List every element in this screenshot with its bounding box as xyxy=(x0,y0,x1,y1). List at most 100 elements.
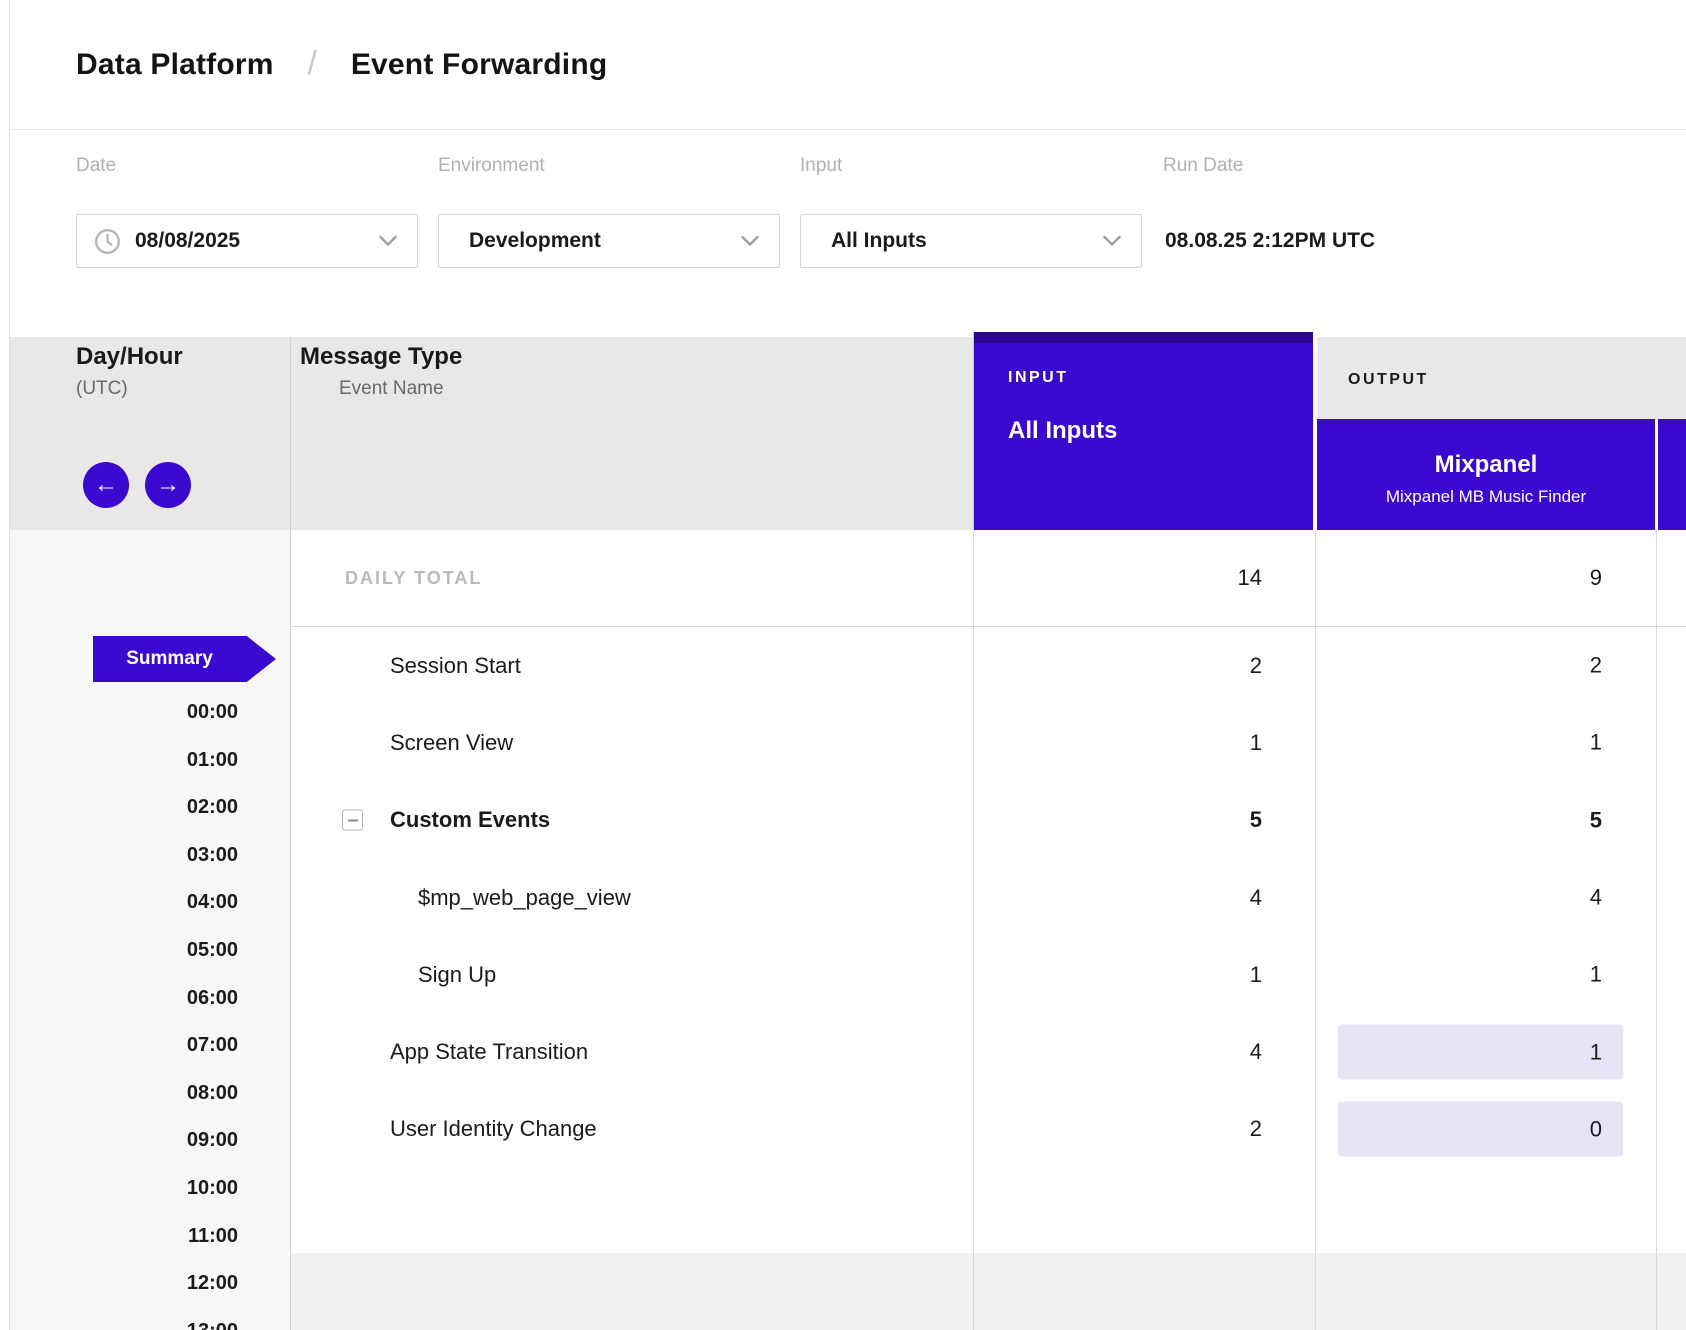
input-count-cell: 2 xyxy=(973,1091,1315,1168)
table-footer-area xyxy=(291,1253,1686,1330)
output-count-cell: 1 xyxy=(1315,936,1656,1013)
output-column-header[interactable]: Mixpanel Mixpanel MB Music Finder xyxy=(1317,419,1655,530)
arrow-left-icon: ← xyxy=(94,473,118,497)
message-type-title: Message Type xyxy=(300,343,462,371)
breadcrumb-separator: / xyxy=(308,44,317,82)
clock-icon xyxy=(94,228,121,255)
event-name-subtitle: Event Name xyxy=(339,378,462,400)
summary-row-indicator[interactable]: Summary xyxy=(93,636,276,682)
table-row: Session Start 2 2 xyxy=(291,627,1686,704)
minus-icon xyxy=(348,819,358,821)
arrow-right-icon: → xyxy=(156,473,180,497)
event-name: App State Transition xyxy=(390,1039,588,1065)
output-count-cell: 2 xyxy=(1315,627,1656,704)
hour-label: 13:00 xyxy=(9,1308,290,1330)
table-row: Screen View 1 1 xyxy=(291,704,1686,781)
hour-label: 06:00 xyxy=(9,975,290,1023)
output-count-cell: 1 xyxy=(1315,704,1656,781)
collapse-expander-icon[interactable] xyxy=(342,810,363,831)
hour-label: 08:00 xyxy=(9,1070,290,1118)
output-count-cell: 5 xyxy=(1315,782,1656,859)
input-select[interactable]: All Inputs xyxy=(800,214,1142,268)
hour-label: 10:00 xyxy=(9,1165,290,1213)
chevron-down-icon[interactable] xyxy=(1103,236,1121,247)
selected-column-indicator xyxy=(974,332,1313,343)
date-filter-label: Date xyxy=(76,155,116,177)
output-count-value: 4 xyxy=(1338,870,1623,925)
output-column-name: Mixpanel xyxy=(1435,450,1538,480)
event-name-cell: $mp_web_page_view xyxy=(291,859,973,936)
input-filter-label: Input xyxy=(800,155,842,177)
column-divider xyxy=(290,337,291,1330)
output-count-value: 1 xyxy=(1338,947,1623,1002)
event-name-cell: Custom Events xyxy=(291,782,973,859)
message-type-column-header: Message Type Event Name xyxy=(300,343,462,400)
event-name: Custom Events xyxy=(390,807,550,833)
run-date-label: Run Date xyxy=(1163,155,1243,177)
day-hour-timezone: (UTC) xyxy=(76,378,183,400)
hour-label: 02:00 xyxy=(9,784,290,832)
output-count-cell: 0 xyxy=(1315,1091,1656,1168)
daily-total-input-count: 14 xyxy=(973,530,1315,626)
daily-total-row: DAILY TOTAL 14 9 xyxy=(291,530,1686,627)
next-day-button[interactable]: → xyxy=(145,462,191,508)
event-name: $mp_web_page_view xyxy=(418,885,631,911)
hour-label: 00:00 xyxy=(9,689,290,737)
left-scrollbar-gutter xyxy=(0,0,10,1330)
hour-label: 04:00 xyxy=(9,879,290,927)
day-hour-title: Day/Hour xyxy=(76,343,183,371)
output-connection-name: Mixpanel MB Music Finder xyxy=(1386,486,1586,508)
hour-label: 07:00 xyxy=(9,1022,290,1070)
chevron-down-icon[interactable] xyxy=(741,236,759,247)
input-column-name: All Inputs xyxy=(1008,417,1313,445)
output-section-label: OUTPUT xyxy=(1348,371,1429,389)
page-header: Data Platform / Event Forwarding xyxy=(10,0,1686,130)
daily-total-label: DAILY TOTAL xyxy=(291,530,973,626)
output-count-value: 1 xyxy=(1338,1025,1623,1080)
event-name: Session Start xyxy=(390,653,521,679)
daily-total-output-count: 9 xyxy=(1315,530,1656,626)
event-forwarding-page: Data Platform / Event Forwarding Date En… xyxy=(0,0,1686,1330)
date-select[interactable]: 08/08/2025 xyxy=(76,214,418,268)
event-name-cell: User Identity Change xyxy=(291,1091,973,1168)
table-row: Sign Up 1 1 xyxy=(291,936,1686,1013)
input-count-cell: 1 xyxy=(973,936,1315,1013)
event-rows: Session Start 2 2 Screen View 1 1 Custom… xyxy=(291,627,1686,1168)
output-count-value: 0 xyxy=(1338,1102,1623,1157)
event-name-cell: Session Start xyxy=(291,627,973,704)
page-title: Event Forwarding xyxy=(351,48,608,82)
event-name: Screen View xyxy=(390,730,513,756)
input-select-value: All Inputs xyxy=(831,229,927,253)
input-count-cell: 4 xyxy=(973,859,1315,936)
input-count-cell: 2 xyxy=(973,627,1315,704)
output-count-value: 5 xyxy=(1338,793,1623,848)
day-hour-column-header: Day/Hour (UTC) xyxy=(76,343,183,400)
run-date-value: 08.08.25 2:12PM UTC xyxy=(1165,214,1375,268)
table-row: Custom Events 5 5 xyxy=(291,782,1686,859)
output-count-value: 1 xyxy=(1338,715,1623,770)
chevron-down-icon[interactable] xyxy=(379,236,397,247)
hour-label: 09:00 xyxy=(9,1117,290,1165)
event-name: Sign Up xyxy=(418,962,496,988)
input-count-cell: 4 xyxy=(973,1013,1315,1090)
event-name: User Identity Change xyxy=(390,1116,597,1142)
hour-label: 12:00 xyxy=(9,1260,290,1308)
environment-filter-label: Environment xyxy=(438,155,545,177)
next-output-column-partial xyxy=(1658,419,1686,530)
table-row: $mp_web_page_view 4 4 xyxy=(291,859,1686,936)
input-section-label: INPUT xyxy=(1008,369,1313,387)
input-count-cell: 5 xyxy=(973,782,1315,859)
output-count-value: 2 xyxy=(1338,638,1623,693)
date-select-value: 08/08/2025 xyxy=(135,229,240,253)
environment-select[interactable]: Development xyxy=(438,214,780,268)
environment-select-value: Development xyxy=(469,229,601,253)
input-count-cell: 1 xyxy=(973,704,1315,781)
breadcrumb-section[interactable]: Data Platform xyxy=(76,48,274,82)
output-count-cell: 4 xyxy=(1315,859,1656,936)
event-name-cell: Sign Up xyxy=(291,936,973,1013)
hour-label: 03:00 xyxy=(9,832,290,880)
table-row: User Identity Change 2 0 xyxy=(291,1091,1686,1168)
output-count-cell: 1 xyxy=(1315,1013,1656,1090)
input-column-header[interactable]: INPUT All Inputs xyxy=(973,332,1313,530)
previous-day-button[interactable]: ← xyxy=(83,462,129,508)
